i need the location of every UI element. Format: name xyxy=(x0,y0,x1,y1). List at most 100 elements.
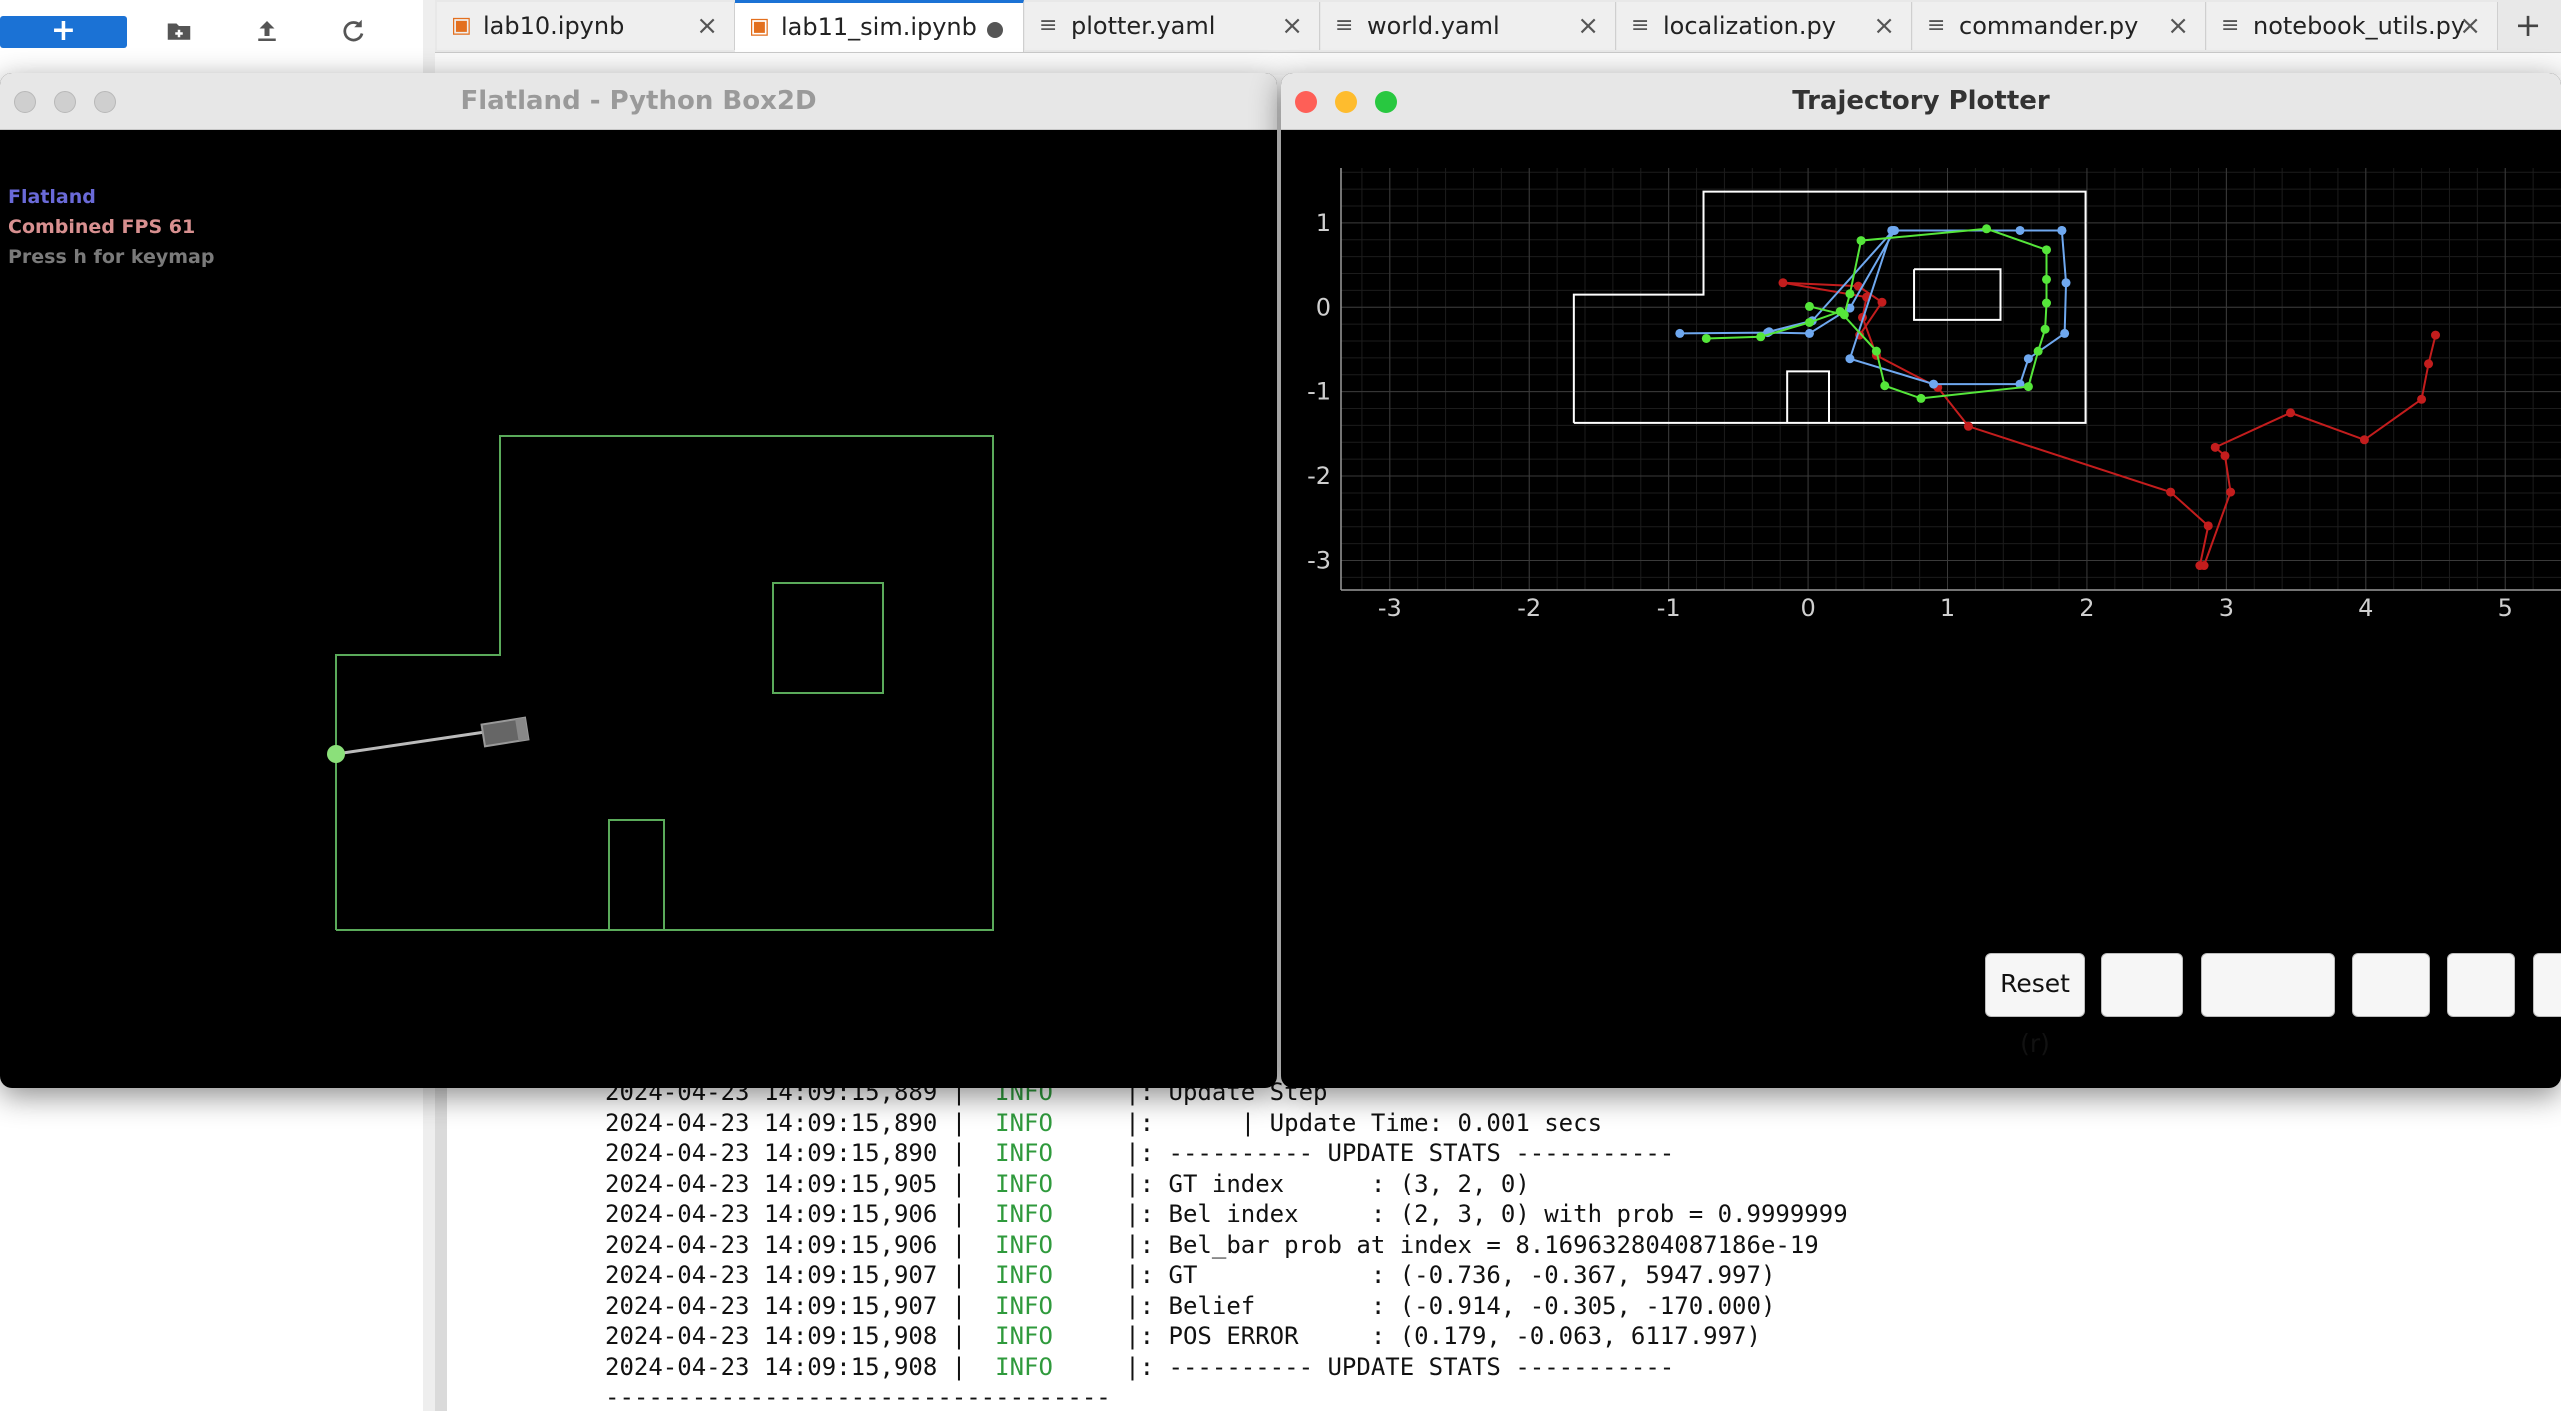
tab-localization-py[interactable]: ≡ localization.py × xyxy=(1617,2,1912,50)
tab-world-yaml[interactable]: ≡ world.yaml × xyxy=(1321,2,1616,50)
y-tick-label: 1 xyxy=(1316,209,1331,237)
flatland-window: Flatland - Python Box2D Flatland Combine… xyxy=(0,73,1277,1088)
belief-trajectory-point xyxy=(1756,332,1766,342)
new-folder-icon[interactable] xyxy=(162,16,196,50)
log-level: INFO xyxy=(995,1200,1126,1228)
tab-plotter-yaml[interactable]: ≡ plotter.yaml × xyxy=(1025,2,1320,50)
ground-truth-trajectory-point xyxy=(2057,225,2067,235)
x-tick-label: 0 xyxy=(1800,594,1815,622)
window-title: Trajectory Plotter xyxy=(1792,86,2050,116)
plot-control-button[interactable] xyxy=(2352,953,2430,1017)
ground-truth-trajectory-point xyxy=(2015,225,2025,235)
log-timestamp: 2024-04-23 14:09:15,890 | xyxy=(605,1139,981,1167)
trajectory-plot[interactable]: -3 -2 -1 0 1 2 3 4 5 1 0 -1 -2 -3 xyxy=(1281,129,2561,1088)
log-timestamp: 2024-04-23 14:09:15,906 | xyxy=(605,1230,981,1259)
belief-trajectory-point xyxy=(1845,289,1855,299)
ground-truth-trajectory-point xyxy=(2023,354,2033,364)
log-message: |: | Update Time: 0.001 secs xyxy=(1125,1108,1603,1137)
log-level: INFO xyxy=(995,1352,1126,1381)
x-tick-label: 5 xyxy=(2498,594,2513,622)
tab-lab11-sim-ipynb[interactable]: ▣ lab11_sim.ipynb xyxy=(735,0,1024,52)
belief-trajectory-point xyxy=(2042,298,2052,308)
belief-trajectory-point xyxy=(2042,274,2052,284)
log-line: 2024-04-23 14:09:15,906 | INFO |: Bel_ba… xyxy=(605,1231,1819,1261)
x-tick-label: 1 xyxy=(1940,594,1955,622)
refresh-icon[interactable] xyxy=(336,16,370,50)
close-icon[interactable]: × xyxy=(2459,2,2481,50)
x-tick-label: 4 xyxy=(2358,594,2373,622)
plot-control-button[interactable] xyxy=(2533,953,2561,1017)
tab-lab10-ipynb[interactable]: ▣ lab10.ipynb × xyxy=(437,2,735,50)
tab-label: plotter.yaml xyxy=(1071,12,1216,40)
belief-trajectory-point xyxy=(2023,382,2033,392)
plotter-titlebar[interactable]: Trajectory Plotter xyxy=(1281,73,2561,130)
belief-trajectory-point xyxy=(1982,224,1992,234)
log-message: |: POS ERROR : (0.179, -0.063, 6117.997) xyxy=(1125,1322,1761,1350)
log-level: INFO xyxy=(995,1139,1126,1167)
file-browser-panel xyxy=(0,1080,425,1411)
log-line: 2024-04-23 14:09:15,905 | INFO |: GT ind… xyxy=(605,1170,1530,1200)
log-timestamp: 2024-04-23 14:09:15,907 | xyxy=(605,1261,981,1289)
new-tab-button[interactable]: + xyxy=(2498,0,2558,52)
belief-trajectory-point xyxy=(1871,346,1881,356)
odometry-trajectory-point xyxy=(2359,435,2369,445)
odometry-trajectory-point xyxy=(2226,487,2236,497)
upload-icon[interactable] xyxy=(250,16,284,50)
trajectory-plotter-window: Trajectory Plotter -3 -2 -1 0 1 2 3 4 5 1 0 -1 -2 -3 … xyxy=(1281,73,2561,1088)
odometry-trajectory-point xyxy=(2220,451,2230,461)
reset-button[interactable]: Reset (r) xyxy=(1985,953,2085,1058)
belief-trajectory-point xyxy=(1804,301,1814,311)
log-line: 2024-04-23 14:09:15,907 | INFO |: GT : (… xyxy=(605,1261,1775,1291)
log-timestamp: 2024-04-23 14:09:15,907 | xyxy=(605,1291,981,1320)
tab-label: lab11_sim.ipynb xyxy=(781,13,977,41)
tab-commander-py[interactable]: ≡ commander.py × xyxy=(1913,2,2206,50)
log-timestamp: 2024-04-23 14:09:15,908 | xyxy=(605,1352,981,1381)
odometry-trajectory-point xyxy=(1877,297,1887,307)
plot-control-button[interactable] xyxy=(2201,953,2335,1017)
log-separator: ----------------------------------- xyxy=(605,1383,1111,1411)
belief-trajectory-point xyxy=(1880,381,1890,391)
log-line: 2024-04-23 14:09:15,907 | INFO |: Belief… xyxy=(605,1292,1775,1322)
log-line: 2024-04-23 14:09:15,890 | INFO |: ------… xyxy=(605,1139,1674,1169)
tab-notebook-utils-py[interactable]: ≡ notebook_utils.py × xyxy=(2207,2,2498,50)
ground-truth-trajectory-point xyxy=(1929,379,1939,389)
tab-label: world.yaml xyxy=(1367,12,1500,40)
window-title: Flatland - Python Box2D xyxy=(460,86,817,116)
belief-trajectory-point xyxy=(2033,346,2043,356)
new-launcher-button[interactable]: + xyxy=(0,16,127,48)
close-icon[interactable]: × xyxy=(2167,2,2189,50)
tab-label: lab10.ipynb xyxy=(483,12,625,40)
log-line: 2024-04-23 14:09:15,908 | INFO |: ------… xyxy=(605,1353,1674,1383)
belief-trajectory-point xyxy=(1839,310,1849,320)
robot-sensor-ray xyxy=(335,730,486,756)
unsaved-dot-icon[interactable] xyxy=(987,22,1003,38)
close-icon[interactable]: × xyxy=(1873,2,1895,50)
log-message: |: ---------- UPDATE STATS ----------- xyxy=(1125,1352,1675,1381)
close-icon[interactable]: × xyxy=(1281,2,1303,50)
odometry-trajectory-point xyxy=(1778,278,1788,288)
cell-output-log: 2024-04-23 14:09:15,889 | INFO |: Update… xyxy=(435,1078,2561,1411)
flatland-world-canvas[interactable] xyxy=(0,129,1277,1088)
odometry-trajectory-point xyxy=(2199,561,2209,571)
log-line: 2024-04-23 14:09:15,890 | INFO |: | Upda… xyxy=(605,1109,1602,1139)
log-message: |: Belief : (-0.914, -0.305, -170.000) xyxy=(1125,1291,1776,1320)
plot-control-button[interactable] xyxy=(2447,953,2515,1017)
log-level: INFO xyxy=(995,1322,1126,1350)
log-line: 2024-04-23 14:09:15,906 | INFO |: Bel in… xyxy=(605,1200,1848,1230)
log-message: |: GT index : (3, 2, 0) xyxy=(1125,1169,1530,1198)
flatland-titlebar[interactable]: Flatland - Python Box2D xyxy=(0,73,1277,130)
ground-truth-trajectory-point xyxy=(1675,328,1685,338)
log-timestamp: 2024-04-23 14:09:15,890 | xyxy=(605,1108,981,1137)
tab-label: notebook_utils.py xyxy=(2253,12,2466,40)
y-tick-label: -2 xyxy=(1307,462,1331,490)
world-door-obstacle xyxy=(608,819,665,930)
ground-truth-trajectory-point xyxy=(1804,328,1814,338)
file-icon: ≡ xyxy=(1335,13,1354,38)
belief-trajectory-line xyxy=(1706,227,2048,400)
x-tick-label: 2 xyxy=(2079,594,2094,622)
close-icon[interactable]: × xyxy=(1577,2,1599,50)
close-icon[interactable]: × xyxy=(696,2,718,50)
belief-trajectory-point xyxy=(1856,236,1866,246)
plot-control-button[interactable] xyxy=(2101,953,2183,1017)
belief-trajectory-point xyxy=(2042,245,2052,255)
